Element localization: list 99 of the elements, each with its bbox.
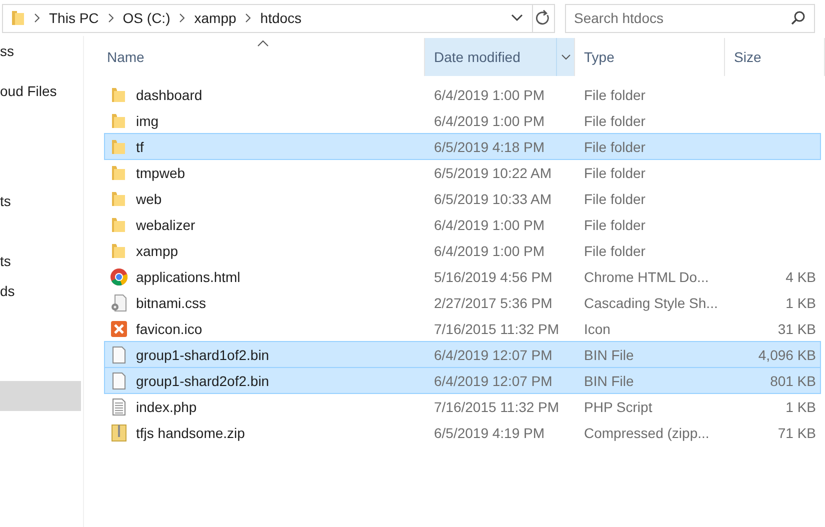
- file-size: 31 KB: [776, 320, 817, 336]
- file-size: 4 KB: [784, 268, 817, 284]
- chevron-right-icon: [33, 13, 41, 23]
- file-name: dashboard: [136, 86, 202, 102]
- file-name: web: [136, 190, 162, 206]
- file-icon: [110, 346, 128, 364]
- folder-icon: [11, 9, 25, 27]
- file-name: favicon.ico: [136, 320, 202, 336]
- date-modified: 6/5/2019 4:18 PM: [433, 138, 546, 154]
- folder-icon: [110, 112, 128, 130]
- browser-icon: [110, 268, 128, 286]
- file-row[interactable]: web 6/5/2019 10:33 AM File folder: [104, 185, 821, 212]
- file-row[interactable]: bitnami.css 2/27/2017 5:36 PM Cascading Style Sh... 1 KB: [104, 289, 821, 316]
- file-row[interactable]: favicon.ico 7/16/2015 11:32 PM Icon 31 KB: [104, 315, 821, 342]
- breadcrumb-item[interactable]: OS (C:): [122, 10, 170, 26]
- sidebar-item[interactable]: oud Files: [0, 76, 81, 106]
- file-row[interactable]: xampp 6/4/2019 1:00 PM File folder: [104, 237, 821, 264]
- file-type: File folder: [583, 112, 646, 128]
- file-name: bitnami.css: [136, 294, 206, 310]
- date-modified: 6/5/2019 10:33 AM: [433, 190, 553, 206]
- chevron-right-icon: [178, 13, 186, 23]
- file-row[interactable]: tmpweb 6/5/2019 10:22 AM File folder: [104, 159, 821, 186]
- date-modified: 6/4/2019 1:00 PM: [433, 112, 546, 128]
- search-field[interactable]: Search htdocs: [565, 4, 815, 32]
- chevron-down-icon[interactable]: [510, 13, 524, 23]
- file-type: Cascading Style Sh...: [583, 294, 719, 310]
- file-size: 1 KB: [784, 398, 817, 414]
- file-type: BIN File: [583, 372, 635, 388]
- file-row[interactable]: tfjs handsome.zip 6/5/2019 4:19 PM Compressed (zipp... 71 KB: [104, 419, 821, 446]
- sidebar-item[interactable]: ds: [0, 276, 81, 306]
- sidebar-item[interactable]: ts: [0, 186, 81, 216]
- folder-icon: [110, 86, 128, 104]
- file-name: applications.html: [136, 268, 240, 284]
- file-type: File folder: [583, 216, 646, 232]
- chevron-right-icon: [106, 13, 115, 23]
- file-type: BIN File: [583, 346, 635, 362]
- chevron-right-icon: [244, 13, 252, 23]
- file-type: File folder: [583, 242, 646, 258]
- breadcrumb-item[interactable]: htdocs: [260, 10, 302, 26]
- text-file-icon: [110, 398, 128, 416]
- column-header[interactable]: Size: [725, 38, 825, 76]
- file-row[interactable]: dashboard 6/4/2019 1:00 PM File folder: [104, 81, 821, 108]
- file-name: xampp: [136, 242, 178, 258]
- file-type: PHP Script: [583, 398, 654, 414]
- file-row[interactable]: tf 6/5/2019 4:18 PM File folder: [104, 133, 821, 160]
- file-icon: [110, 372, 128, 390]
- file-type: Compressed (zipp...: [583, 424, 710, 440]
- date-modified: 7/16/2015 11:32 PM: [433, 320, 560, 336]
- folder-icon: [110, 216, 128, 234]
- breadcrumb-item[interactable]: This PC: [49, 10, 99, 26]
- column-header[interactable]: Date modified: [425, 38, 575, 76]
- folder-icon: [110, 164, 128, 182]
- date-modified: 2/27/2017 5:36 PM: [433, 294, 554, 310]
- file-name: tf: [136, 138, 144, 154]
- file-row[interactable]: img 6/4/2019 1:00 PM File folder: [104, 107, 821, 134]
- chevron-down-icon: [560, 54, 570, 60]
- column-header[interactable]: Type: [575, 38, 725, 76]
- file-type: Icon: [583, 320, 612, 336]
- date-modified: 6/4/2019 1:00 PM: [433, 242, 546, 258]
- file-name: img: [136, 112, 159, 128]
- file-size: 801 KB: [769, 372, 817, 388]
- gear-document-icon: [110, 294, 128, 312]
- file-name: webalizer: [136, 216, 196, 232]
- file-type: File folder: [583, 164, 646, 180]
- zip-icon: [110, 424, 128, 442]
- file-size: 71 KB: [776, 424, 817, 440]
- file-name: tfjs handsome.zip: [136, 424, 245, 440]
- file-type: Chrome HTML Do...: [583, 268, 710, 284]
- file-name: tmpweb: [136, 164, 186, 180]
- search-icon: [790, 10, 806, 26]
- app-icon: [110, 320, 128, 338]
- folder-icon: [110, 190, 128, 208]
- date-modified: 6/4/2019 12:07 PM: [433, 372, 554, 388]
- sidebar-item[interactable]: ss: [0, 36, 81, 66]
- address-bar[interactable]: This PC OS (C:) xampp htdocs: [2, 4, 555, 32]
- breadcrumb-item[interactable]: xampp: [194, 10, 236, 26]
- date-modified: 6/4/2019 12:07 PM: [433, 346, 554, 362]
- date-modified: 6/4/2019 1:00 PM: [433, 216, 546, 232]
- file-row[interactable]: applications.html 5/16/2019 4:56 PM Chrome HTML Do... 4 KB: [104, 263, 821, 290]
- file-name: group1-shard1of2.bin: [136, 346, 270, 362]
- date-modified: 5/16/2019 4:56 PM: [433, 268, 554, 284]
- sidebar-item[interactable]: ts: [0, 246, 81, 276]
- folder-icon: [110, 242, 128, 260]
- date-modified: 6/5/2019 4:19 PM: [433, 424, 546, 440]
- folder-icon: [110, 138, 128, 156]
- file-size: 4,096 KB: [757, 346, 817, 362]
- file-type: File folder: [583, 190, 646, 206]
- date-modified: 6/4/2019 1:00 PM: [433, 86, 546, 102]
- file-row[interactable]: group1-shard2of2.bin 6/4/2019 12:07 PM BIN File 801 KB: [104, 367, 821, 394]
- date-modified: 6/5/2019 10:22 AM: [433, 164, 553, 180]
- file-type: File folder: [583, 138, 646, 154]
- date-modified: 7/16/2015 11:32 PM: [433, 398, 560, 414]
- file-type: File folder: [583, 86, 646, 102]
- file-row[interactable]: group1-shard1of2.bin 6/4/2019 12:07 PM BIN File 4,096 KB: [104, 341, 821, 368]
- file-name: group1-shard2of2.bin: [136, 372, 270, 388]
- file-row[interactable]: index.php 7/16/2015 11:32 PM PHP Script 1 KB: [104, 393, 821, 420]
- file-size: 1 KB: [784, 294, 817, 310]
- file-row[interactable]: webalizer 6/4/2019 1:00 PM File folder: [104, 211, 821, 238]
- file-name: index.php: [136, 398, 197, 414]
